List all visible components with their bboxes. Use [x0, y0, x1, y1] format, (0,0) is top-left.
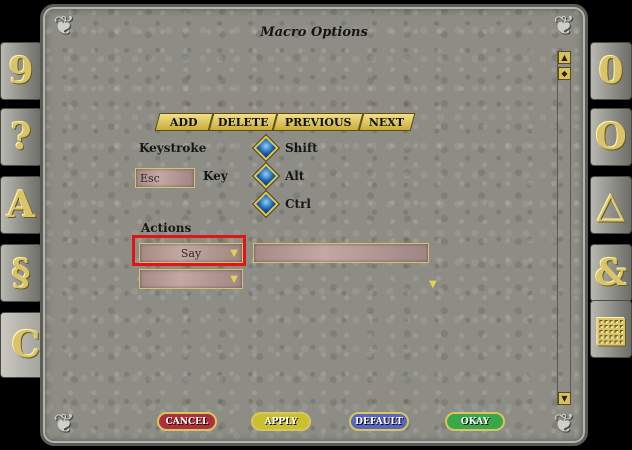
- alt-toggle[interactable]: [253, 163, 279, 189]
- macro-options-panel: ❦ ❦ ❦ ❦ Macro Options ▲ ◆ ▼ ADD DELETE P…: [40, 4, 588, 446]
- ctrl-label: Ctrl: [285, 197, 311, 211]
- scrollbar[interactable]: ▲ ◆ ▼: [557, 51, 571, 405]
- side-tab-right-3[interactable]: △: [590, 176, 632, 234]
- delete-button[interactable]: DELETE: [208, 113, 278, 131]
- scroll-thumb[interactable]: ◆: [558, 67, 571, 80]
- side-tab-left-1[interactable]: 9: [0, 42, 42, 100]
- key-label: Key: [203, 169, 228, 183]
- scroll-up-icon[interactable]: ▲: [558, 51, 571, 64]
- next-button[interactable]: NEXT: [358, 113, 416, 131]
- selection-highlight: [132, 235, 246, 266]
- side-tab-right-5[interactable]: ▦: [590, 300, 632, 358]
- actions-label: Actions: [141, 221, 192, 235]
- side-tab-right-1[interactable]: 0: [590, 42, 632, 100]
- apply-button[interactable]: APPLY: [251, 412, 311, 431]
- scroll-down-icon[interactable]: ▼: [558, 392, 571, 405]
- key-input[interactable]: Esc: [135, 168, 195, 188]
- ctrl-toggle[interactable]: [253, 191, 279, 217]
- alt-label: Alt: [285, 169, 305, 183]
- default-button[interactable]: DEFAULT: [349, 412, 409, 431]
- dropdown-arrow-icon: ▼: [230, 274, 238, 285]
- previous-button[interactable]: PREVIOUS: [272, 113, 364, 131]
- keystroke-label: Keystroke: [139, 141, 207, 155]
- macro-toolbar: ADD DELETE PREVIOUS NEXT: [154, 113, 416, 133]
- side-tab-left-3[interactable]: A: [0, 176, 42, 234]
- action-2-dropdown-arrow-icon[interactable]: ▼: [429, 279, 437, 290]
- shift-label: Shift: [285, 141, 318, 155]
- action-2-select[interactable]: ▼: [139, 269, 243, 289]
- side-tab-right-4[interactable]: &: [590, 244, 632, 302]
- corner-ornament-icon: ❦: [553, 409, 575, 439]
- window-title: Macro Options: [260, 25, 368, 40]
- side-tab-left-2[interactable]: ?: [0, 108, 42, 166]
- corner-ornament-icon: ❦: [53, 409, 75, 439]
- side-tab-right-2[interactable]: O: [590, 108, 632, 166]
- add-button[interactable]: ADD: [154, 113, 214, 131]
- cancel-button[interactable]: CANCEL: [157, 412, 217, 431]
- shift-toggle[interactable]: [253, 135, 279, 161]
- okay-button[interactable]: OKAY: [445, 412, 505, 431]
- action-1-text-input[interactable]: [253, 243, 429, 263]
- side-tab-left-4[interactable]: §: [0, 244, 42, 302]
